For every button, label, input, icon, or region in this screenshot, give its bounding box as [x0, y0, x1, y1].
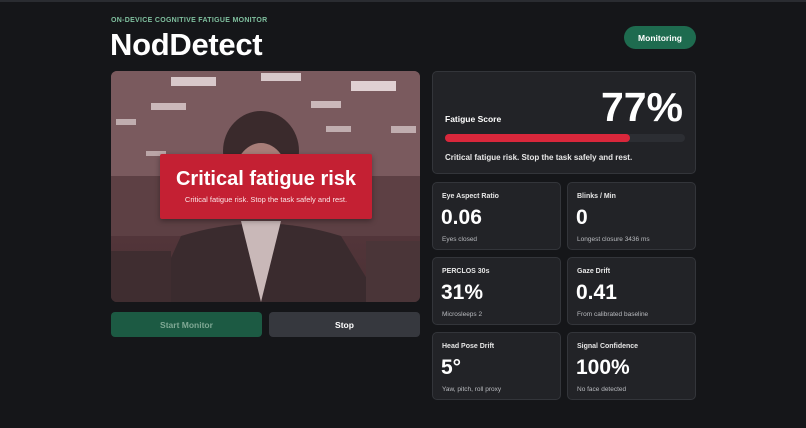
metric-detail: Eyes closed: [442, 236, 478, 243]
fatigue-score-bar-fill: [445, 134, 630, 142]
metric-label: Gaze Drift: [577, 268, 611, 275]
metric-detail: Microsleeps 2: [442, 311, 483, 318]
fatigue-score-label: Fatigue Score: [445, 114, 502, 124]
metric-label: Signal Confidence: [577, 343, 639, 350]
app-title: NodDetect: [110, 27, 263, 62]
fatigue-score-value: 77%: [600, 84, 683, 130]
metric-label: Head Pose Drift: [442, 343, 495, 350]
fatigue-score-message: Critical fatigue risk. Stop the task saf…: [445, 153, 633, 162]
metric-card-blinks-per-min: Blinks / Min 0 Longest closure 3436 ms: [567, 182, 696, 250]
metric-label: Eye Aspect Ratio: [442, 193, 499, 200]
fatigue-alert-banner: Critical fatigue risk Critical fatigue r…: [160, 154, 372, 219]
metric-card-signal-confidence: Signal Confidence 100% No face detected: [567, 332, 696, 400]
metric-detail: Longest closure 3436 ms: [577, 236, 650, 243]
metric-card-head-pose-drift: Head Pose Drift 5° Yaw, pitch, roll prox…: [432, 332, 561, 400]
metric-value: 0: [576, 206, 588, 229]
alert-message: Critical fatigue risk. Stop the task saf…: [184, 195, 348, 204]
metric-card-perclos: PERCLOS 30s 31% Microsleeps 2: [432, 257, 561, 325]
metric-detail: From calibrated baseline: [577, 311, 649, 318]
fatigue-score-card: Fatigue Score 77% Critical fatigue risk.…: [432, 71, 696, 174]
metric-label: Blinks / Min: [577, 193, 616, 200]
metric-detail: No face detected: [577, 386, 627, 393]
start-monitor-button[interactable]: Start Monitor: [111, 312, 262, 337]
metric-value: 31%: [441, 281, 484, 304]
metric-value: 0.41: [576, 281, 617, 304]
stop-button[interactable]: Stop: [269, 312, 420, 337]
metric-card-gaze-drift: Gaze Drift 0.41 From calibrated baseline: [567, 257, 696, 325]
alert-title: Critical fatigue risk: [175, 168, 357, 190]
metric-value: 5°: [441, 356, 462, 379]
metric-value: 100%: [576, 356, 630, 379]
metric-label: PERCLOS 30s: [442, 268, 490, 275]
metric-value: 0.06: [441, 206, 482, 229]
top-border: [0, 0, 806, 2]
metric-card-eye-aspect-ratio: Eye Aspect Ratio 0.06 Eyes closed: [432, 182, 561, 250]
fatigue-score-bar: [445, 134, 685, 142]
metric-detail: Yaw, pitch, roll proxy: [442, 386, 502, 393]
app-tagline: ON-DEVICE COGNITIVE FATIGUE MONITOR: [111, 17, 268, 24]
status-badge: Monitoring: [624, 26, 696, 49]
